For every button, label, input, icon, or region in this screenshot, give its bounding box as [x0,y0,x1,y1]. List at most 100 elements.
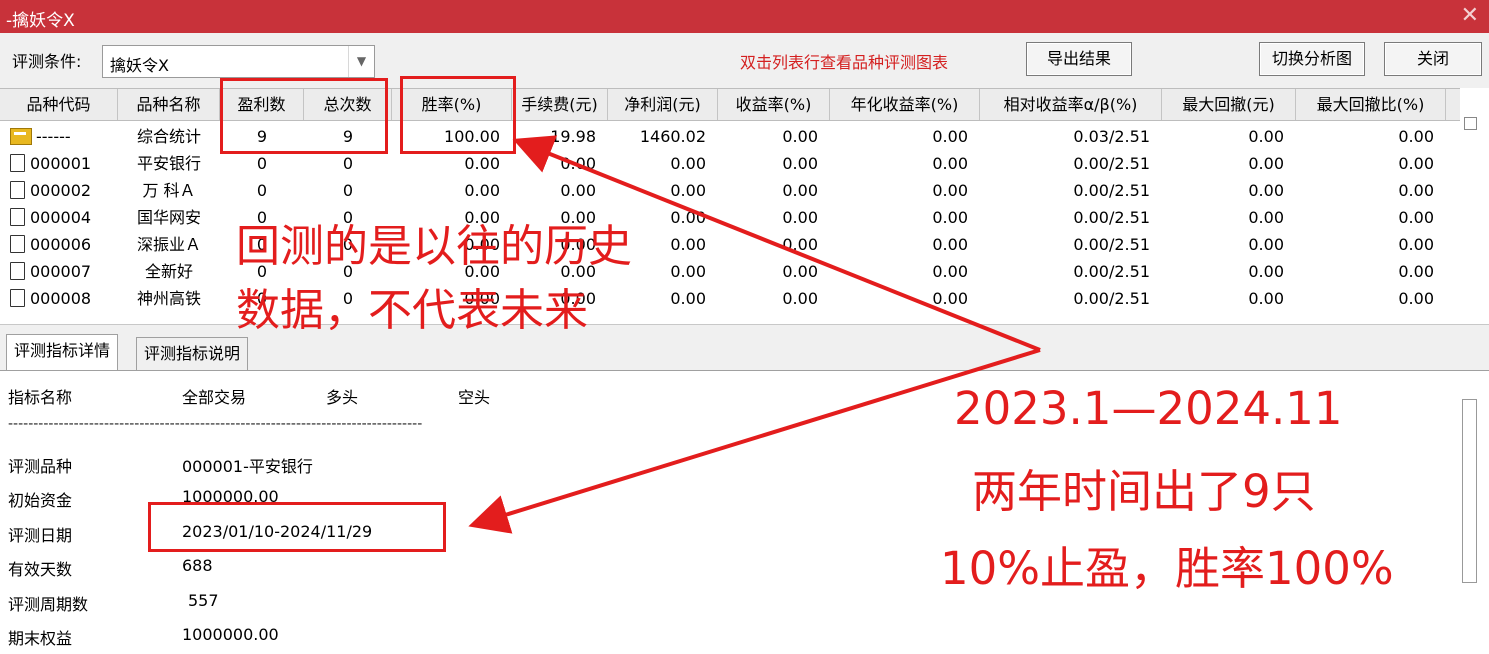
cell-annual-return: 0.00 [932,289,968,308]
cell-name: 全新好 [144,262,193,281]
cell-name: 平安银行 [136,154,201,173]
column-header-return-rate[interactable]: 收益率(%) [718,89,830,120]
detail-value: 1000000.00 [182,625,279,644]
column-header-annual-return[interactable]: 年化收益率(%) [830,89,980,120]
cell-code: 000007 [10,258,118,285]
document-icon [10,208,25,226]
cell-relative-return: 0.00/2.51 [1073,262,1150,281]
column-header-fee[interactable]: 手续费(元) [512,89,608,120]
cell-name: 神州高铁 [136,289,201,308]
highlight-box-counts [220,78,388,154]
condition-value: 擒妖令X [110,56,169,75]
cell-annual-return: 0.00 [932,181,968,200]
table-row[interactable]: 000001 平安银行 0 0 0.00 0.00 0.00 0.00 0.00 0.00/2.5… [0,150,1460,177]
switch-chart-button[interactable]: 切换分析图 [1259,42,1365,76]
export-results-button[interactable]: 导出结果 [1026,42,1132,76]
close-button[interactable]: 关闭 [1384,42,1482,76]
cell-code: 000002 [10,177,118,204]
cell-relative-return: 0.00/2.51 [1073,154,1150,173]
detail-value: 000001-平安银行 [182,457,313,476]
cell-return-rate: 0.00 [782,127,818,146]
window-title: -擒妖令X [6,11,75,31]
cell-return-rate: 0.00 [782,181,818,200]
cell-text: 000006 [30,235,92,254]
cell-return-rate: 0.00 [782,262,818,281]
cell-return-rate: 0.00 [782,154,818,173]
cell-net-profit: 0.00 [670,181,706,200]
grid-scroll-box[interactable] [1464,117,1477,130]
cell-fee: 19.98 [550,127,596,146]
document-icon [10,154,25,172]
document-icon [10,181,25,199]
cell-relative-return: 0.00/2.51 [1073,289,1150,308]
cell-max-drawdown-ratio: 0.00 [1398,154,1434,173]
cell-fee: 0.00 [560,181,596,200]
condition-select[interactable]: 擒妖令X ▼ [102,45,375,78]
table-row[interactable]: 000004 国华网安 0 0 0.00 0.00 0.00 0.00 0.00 0.00/2.5… [0,204,1460,231]
detail-separator: ----------------------------------------… [8,416,423,432]
cell-text: 000004 [30,208,92,227]
window-close-icon[interactable]: ✕ [1461,3,1479,28]
table-row[interactable]: 000007 全新好 0 0 0.00 0.00 0.00 0.00 0.00 0.00/2.51… [0,258,1460,285]
cell-relative-return: 0.03/2.51 [1073,127,1150,146]
cell-code: 000006 [10,231,118,258]
cell-code: 000001 [10,150,118,177]
title-bar: -擒妖令X ✕ [0,0,1489,33]
cell-total-count: 0 [342,181,354,200]
column-header-max-drawdown-ratio[interactable]: 最大回撤比(%) [1296,89,1446,120]
cell-annual-return: 0.00 [932,208,968,227]
document-icon [10,235,25,253]
cell-text: 000008 [30,289,92,308]
cell-annual-return: 0.00 [932,235,968,254]
note-line3: 10%止盈，胜率100% [940,542,1394,595]
column-header-max-drawdown[interactable]: 最大回撤(元) [1162,89,1296,120]
cell-annual-return: 0.00 [932,154,968,173]
cell-code: 000008 [10,285,118,312]
cell-code: ------ [10,123,118,150]
cell-max-drawdown-ratio: 0.00 [1398,262,1434,281]
column-header-relative-return[interactable]: 相对收益率α/β(%) [980,89,1162,120]
cell-code: 000004 [10,204,118,231]
note-line2: 两年时间出了9只 [972,465,1316,518]
detail-label: 有效天数 [8,560,73,579]
cell-net-profit: 0.00 [670,289,706,308]
detail-label: 期末权益 [8,629,73,648]
note-line1: 2023.1—2024.11 [954,382,1343,435]
table-row[interactable]: ------ 综合统计 9 9 100.00 19.98 1460.02 0.00 0.00 0.… [0,123,1460,150]
highlight-box-winrate [400,76,516,154]
table-row[interactable]: 000008 神州高铁 0 0 0.00 0.00 0.00 0.00 0.00 0.00/2.5… [0,285,1460,312]
cell-total-count: 0 [342,154,354,173]
cell-max-drawdown-ratio: 0.00 [1398,127,1434,146]
cell-max-drawdown: 0.00 [1248,181,1284,200]
cell-max-drawdown: 0.00 [1248,208,1284,227]
cell-max-drawdown-ratio: 0.00 [1398,289,1434,308]
tab-metric-description[interactable]: 评测指标说明 [136,337,249,371]
cell-net-profit: 1460.02 [639,127,706,146]
cell-max-drawdown: 0.00 [1248,235,1284,254]
table-row[interactable]: 000006 深振业Ａ 0 0 0.00 0.00 0.00 0.00 0.00 0.00/2.5… [0,231,1460,258]
cell-text: 000007 [30,262,92,281]
detail-label: 评测品种 [8,457,73,476]
detail-label: 评测周期数 [8,595,89,614]
document-icon [10,289,25,307]
cell-max-drawdown-ratio: 0.00 [1398,181,1434,200]
column-header-name[interactable]: 品种名称 [118,89,220,120]
column-header-net-profit[interactable]: 净利润(元) [608,89,718,120]
column-header-code[interactable]: 品种代码 [0,89,118,120]
cell-max-drawdown: 0.00 [1248,289,1284,308]
cell-annual-return: 0.00 [932,262,968,281]
cell-relative-return: 0.00/2.51 [1073,181,1150,200]
table-row[interactable]: 000002 万 科Ａ 0 0 0.00 0.00 0.00 0.00 0.00 0.00/2.5… [0,177,1460,204]
grid-header: 品种代码 品种名称 盈利数 总次数 胜率(%) 手续费(元) 净利润(元) 收益率(%) 年化收… [0,88,1460,121]
cell-text: ------ [36,127,71,146]
cell-relative-return: 0.00/2.51 [1073,208,1150,227]
detail-scrollbar[interactable] [1462,399,1477,583]
cell-return-rate: 0.00 [782,208,818,227]
detail-label: 初始资金 [8,491,73,510]
condition-label: 评测条件: [12,52,82,71]
cell-annual-return: 0.00 [932,127,968,146]
tab-metric-details[interactable]: 评测指标详情 [6,334,119,371]
chevron-down-icon[interactable]: ▼ [348,46,374,77]
detail-header-all: 全部交易 [182,388,247,407]
detail-header-short: 空头 [458,388,491,407]
